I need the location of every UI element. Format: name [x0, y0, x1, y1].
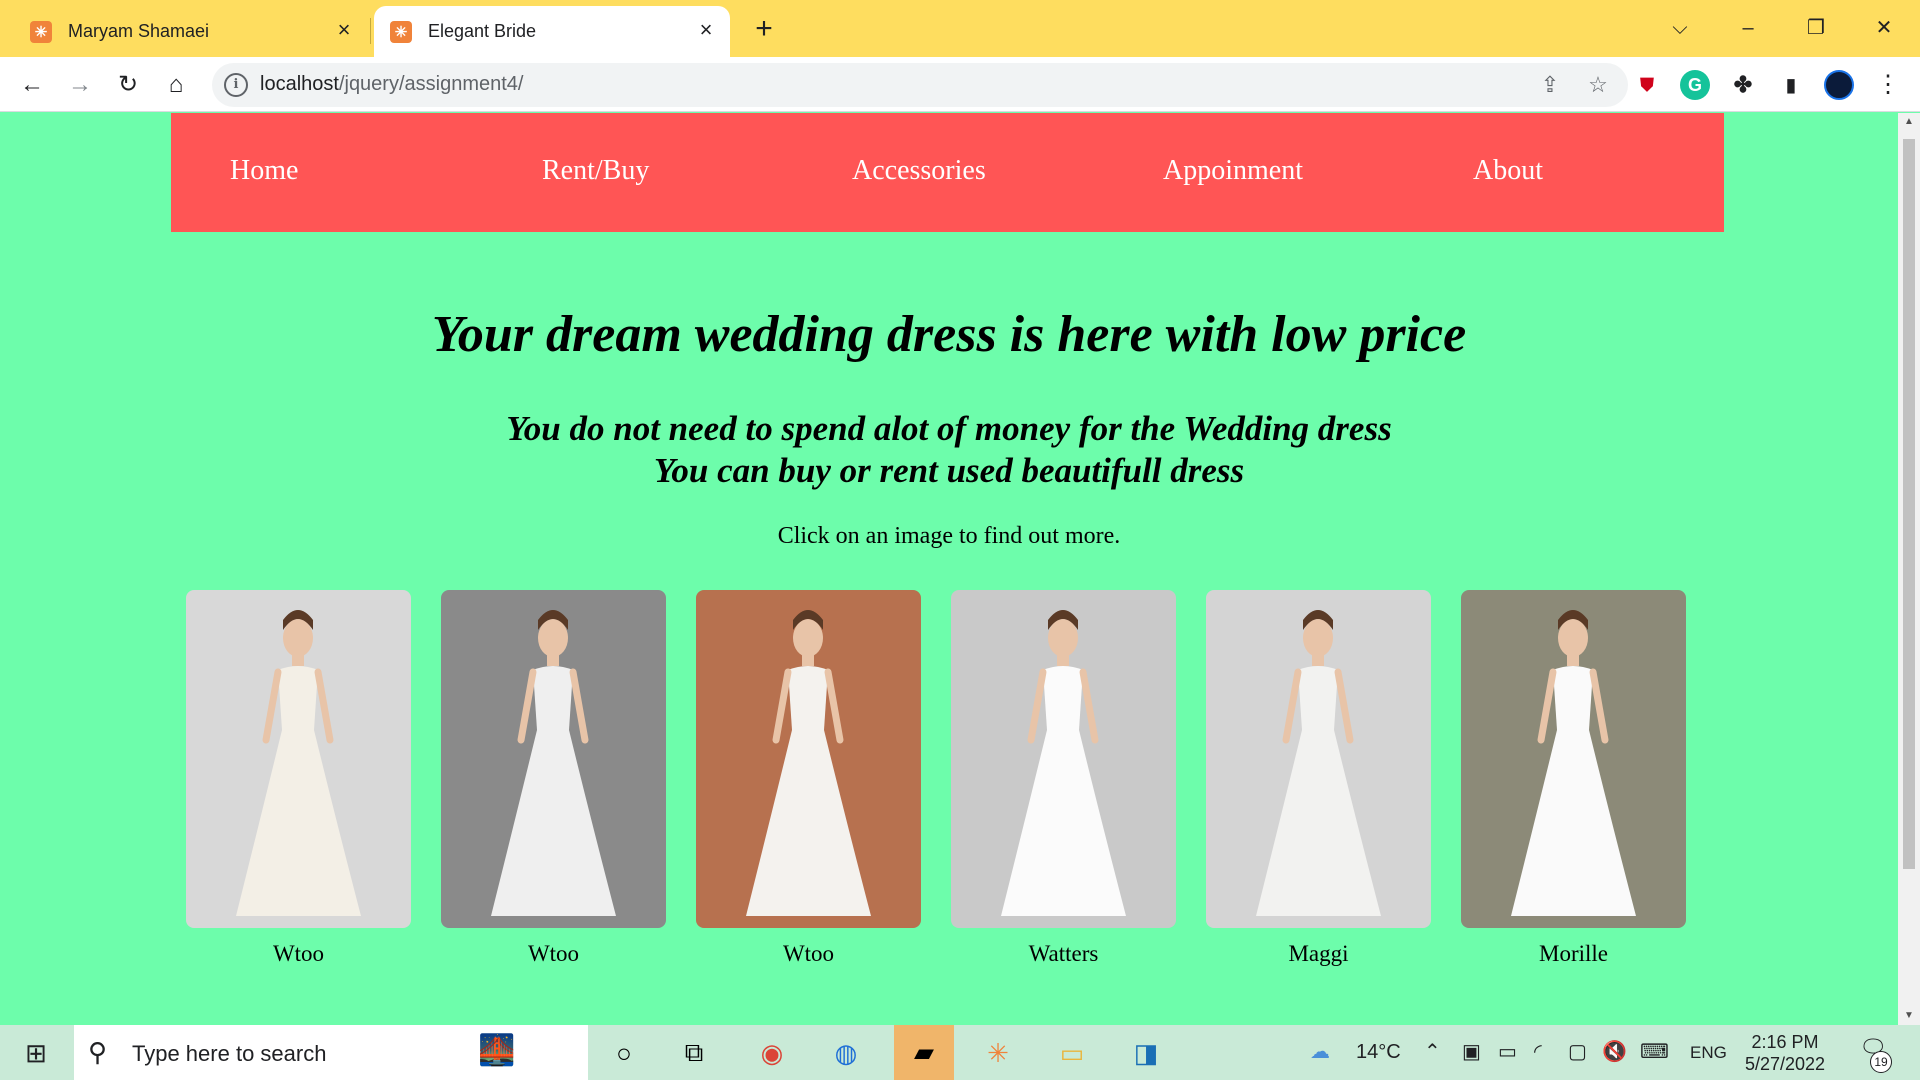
dress-photo[interactable] — [186, 590, 411, 928]
temperature[interactable]: 14°C — [1356, 1025, 1401, 1080]
dress-name: Wtoo — [782, 941, 835, 966]
nav-home[interactable]: Home — [230, 155, 298, 187]
taskbar-search-placeholder: Type here to search — [132, 1041, 327, 1066]
scroll-up-icon[interactable]: ▲ — [1898, 113, 1920, 131]
url-path: /jquery/assignment4/ — [338, 73, 524, 95]
home-icon[interactable]: ⌂ — [158, 67, 194, 103]
dress-card[interactable]: Morille — [1461, 590, 1686, 967]
dress-photo[interactable] — [441, 590, 666, 928]
bookmark-star-icon[interactable]: ☆ — [1584, 71, 1612, 99]
webpage: Home Rent/Buy Accessories Appoinment Abo… — [0, 113, 1898, 1025]
hero-sub-line-2: You can buy or rent used beautifull dres… — [653, 451, 1245, 490]
grammarly-icon[interactable]: G — [1680, 70, 1710, 100]
volume-muted-icon[interactable]: 🔇 — [1602, 1025, 1627, 1080]
browser-tab-elegant-bride[interactable]: ✳ Elegant Bride × — [374, 6, 730, 57]
main-nav: Home Rent/Buy Accessories Appoinment Abo… — [171, 113, 1724, 232]
nav-accessories[interactable]: Accessories — [852, 155, 986, 187]
forward-icon[interactable]: → — [62, 67, 98, 103]
windows-taskbar: ⊞ ⚲ Type here to search 🌉 ○ ⧉ ◉ ◍ ▰ ✳ ▭ … — [0, 1025, 1920, 1080]
hero-sub-line-1: You do not need to spend alot of money f… — [506, 409, 1392, 448]
address-bar[interactable]: i localhost/jquery/assignment4/ ⇪ ☆ — [212, 63, 1628, 107]
dress-photo[interactable] — [696, 590, 921, 928]
nav-appointment[interactable]: Appoinment — [1163, 155, 1303, 187]
back-icon[interactable]: ← — [14, 67, 50, 103]
cortana-icon[interactable]: ○ — [602, 1031, 646, 1075]
share-icon[interactable]: ⇪ — [1536, 71, 1564, 99]
tab-title: Maryam Shamaei — [68, 21, 210, 41]
dress-card[interactable]: Wtoo — [186, 590, 411, 967]
dress-card[interactable]: Maggi — [1206, 590, 1431, 967]
restore-icon[interactable]: ❐ — [1796, 10, 1836, 46]
xampp-icon[interactable]: ✳ — [976, 1031, 1020, 1075]
url-text[interactable]: localhost/jquery/assignment4/ — [260, 73, 523, 96]
side-panel-icon[interactable]: ▮ — [1776, 70, 1806, 100]
tray-chevron-icon[interactable]: ⌃ — [1424, 1025, 1441, 1080]
time: 2:16 PM — [1751, 1032, 1819, 1052]
chrome-icon[interactable]: ◉ — [750, 1031, 794, 1075]
dress-name: Wtoo — [527, 941, 580, 966]
profile-avatar[interactable] — [1824, 70, 1854, 100]
windows-start-icon[interactable]: ⊞ — [14, 1031, 58, 1075]
weather-cloud-icon[interactable]: ☁ — [1310, 1025, 1330, 1080]
notification-icon[interactable]: 🗨 19 — [1856, 1035, 1892, 1073]
task-view-icon[interactable]: ⧉ — [672, 1031, 716, 1075]
wifi-icon[interactable]: ◜ — [1534, 1025, 1542, 1080]
extension-shield-icon[interactable]: ⛊ — [1632, 70, 1662, 100]
browser-toolbar: ← → ↻ ⌂ i localhost/jquery/assignment4/ … — [0, 57, 1920, 112]
search-icon: ⚲ — [88, 1037, 108, 1067]
clock[interactable]: 2:16 PM 5/27/2022 — [1740, 1031, 1830, 1075]
menu-kebab-icon[interactable]: ⋮ — [1870, 67, 1906, 103]
tab-separator — [370, 18, 371, 44]
hero-headline: Your dream wedding dress is here with lo… — [431, 306, 1467, 363]
close-tab-icon[interactable]: × — [334, 19, 354, 41]
minimize-icon[interactable]: – — [1728, 10, 1768, 46]
extensions-puzzle-icon[interactable]: ✤ — [1728, 70, 1758, 100]
dress-card[interactable]: Wtoo — [441, 590, 666, 967]
app-icon[interactable]: ◨ — [1124, 1031, 1168, 1075]
meet-icon[interactable]: ▣ — [1462, 1025, 1481, 1080]
display-icon[interactable]: ▢ — [1568, 1025, 1587, 1080]
search-highlight-bridge-icon: 🌉 — [478, 1034, 516, 1067]
nav-rent-buy[interactable]: Rent/Buy — [542, 155, 649, 187]
tab-title: Elegant Bride — [428, 21, 537, 41]
site-info-icon[interactable]: i — [224, 73, 248, 97]
dress-name: Morille — [1539, 941, 1608, 966]
date: 5/27/2022 — [1744, 1054, 1826, 1074]
close-tab-icon[interactable]: × — [696, 19, 716, 41]
file-explorer-icon[interactable]: ▭ — [1050, 1031, 1094, 1075]
dress-photo[interactable] — [951, 590, 1176, 928]
dress-name: Watters — [1028, 941, 1099, 966]
notification-count: 19 — [1870, 1051, 1892, 1073]
dress-photo[interactable] — [1206, 590, 1431, 928]
tab-search-chevron-icon[interactable]: ⌵ — [1660, 10, 1700, 46]
dress-photo[interactable] — [1461, 590, 1686, 928]
dress-card[interactable]: Watters — [951, 590, 1176, 967]
xampp-favicon-icon: ✳ — [390, 20, 412, 43]
reload-icon[interactable]: ↻ — [110, 67, 146, 103]
firefox-icon[interactable]: ◍ — [824, 1031, 868, 1075]
window-close-icon[interactable]: ✕ — [1864, 10, 1904, 46]
battery-icon[interactable]: ▭ — [1498, 1025, 1517, 1080]
taskbar-search[interactable]: ⚲ Type here to search 🌉 — [74, 1025, 588, 1080]
dress-name: Wtoo — [272, 941, 325, 966]
nav-about[interactable]: About — [1473, 155, 1543, 187]
keyboard-icon[interactable]: ⌨ — [1640, 1025, 1669, 1080]
new-tab-icon[interactable]: + — [748, 14, 780, 46]
url-host: localhost — [260, 73, 339, 95]
dress-card[interactable]: Wtoo — [696, 590, 921, 967]
dress-name: Maggi — [1288, 941, 1349, 966]
click-hint: Click on an image to find out more. — [777, 523, 1121, 549]
browser-tab-strip: ✳ Maryam Shamaei × ✳ Elegant Bride × + ⌵… — [0, 0, 1920, 57]
scroll-thumb[interactable] — [1903, 139, 1915, 869]
page-scrollbar[interactable]: ▲ ▼ — [1898, 113, 1920, 1025]
xampp-favicon-icon: ✳ — [30, 20, 52, 43]
scroll-down-icon[interactable]: ▼ — [1898, 1007, 1920, 1025]
sticky-notes-icon[interactable]: ▰ — [894, 1025, 954, 1080]
browser-tab-maryam[interactable]: ✳ Maryam Shamaei × — [0, 6, 368, 57]
language-indicator[interactable]: ENG — [1690, 1025, 1727, 1080]
hero-subheadline: You do not need to spend alot of money f… — [0, 408, 1898, 492]
